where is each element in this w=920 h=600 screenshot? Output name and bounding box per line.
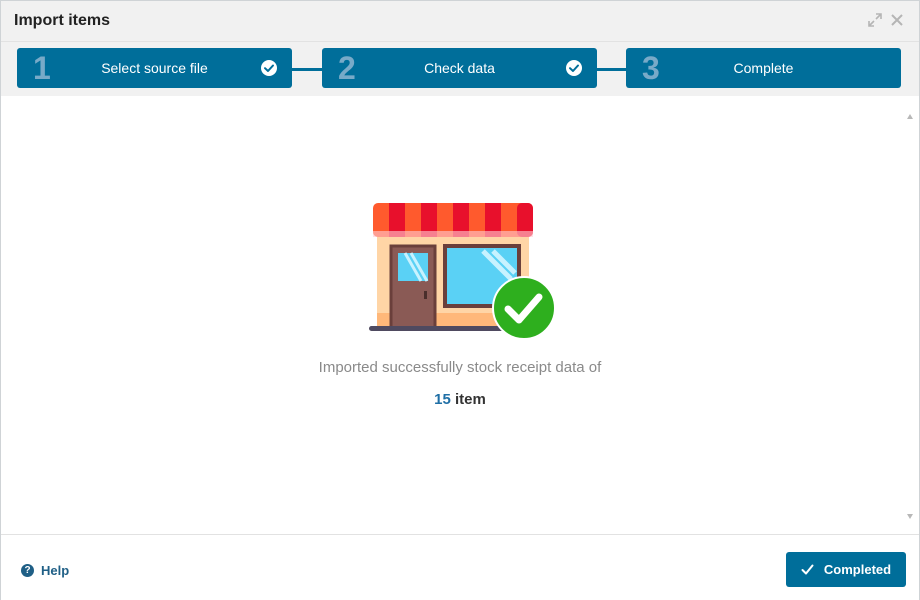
close-icon[interactable] — [889, 12, 905, 28]
dialog-footer: ? Help Completed — [1, 534, 919, 600]
result-content: Imported successfully stock receipt data… — [1, 96, 919, 534]
completed-button[interactable]: Completed — [786, 552, 906, 587]
storefront-success-icon — [365, 201, 555, 351]
content-scrollbar[interactable] — [903, 108, 917, 526]
step-select-source-file[interactable]: 1 Select source file — [17, 48, 292, 88]
import-items-dialog: Import items 1 Select source file 2 Chec… — [0, 0, 920, 600]
dialog-title: Import items — [14, 12, 111, 29]
dialog-titlebar: Import items — [1, 1, 919, 42]
step-complete[interactable]: 3 Complete — [626, 48, 901, 88]
question-circle-icon: ? — [21, 563, 34, 577]
expand-icon[interactable] — [867, 12, 883, 28]
check-circle-icon — [261, 60, 277, 76]
scroll-up-arrow-icon[interactable] — [907, 114, 913, 119]
scroll-down-arrow-icon[interactable] — [907, 514, 913, 519]
step-label: Check data — [424, 60, 495, 76]
import-stepper: 1 Select source file 2 Check data 3 Comp… — [1, 42, 919, 96]
step-number: 1 — [33, 50, 51, 86]
completed-button-label: Completed — [823, 562, 892, 577]
step-number: 2 — [338, 50, 356, 86]
step-connector — [597, 68, 626, 71]
help-label: Help — [41, 562, 70, 578]
step-label: Select source file — [101, 60, 208, 76]
help-link[interactable]: ? Help — [21, 562, 69, 578]
check-icon — [801, 564, 814, 575]
check-circle-icon — [566, 60, 582, 76]
step-check-data[interactable]: 2 Check data — [322, 48, 597, 88]
imported-count-number: 15 — [434, 391, 451, 408]
import-success-message: Imported successfully stock receipt data… — [318, 359, 602, 376]
step-number: 3 — [642, 50, 660, 86]
imported-count: 15 item — [1, 391, 919, 408]
imported-count-unit: item — [455, 391, 486, 408]
step-label: Complete — [733, 60, 794, 76]
step-connector — [292, 68, 322, 71]
